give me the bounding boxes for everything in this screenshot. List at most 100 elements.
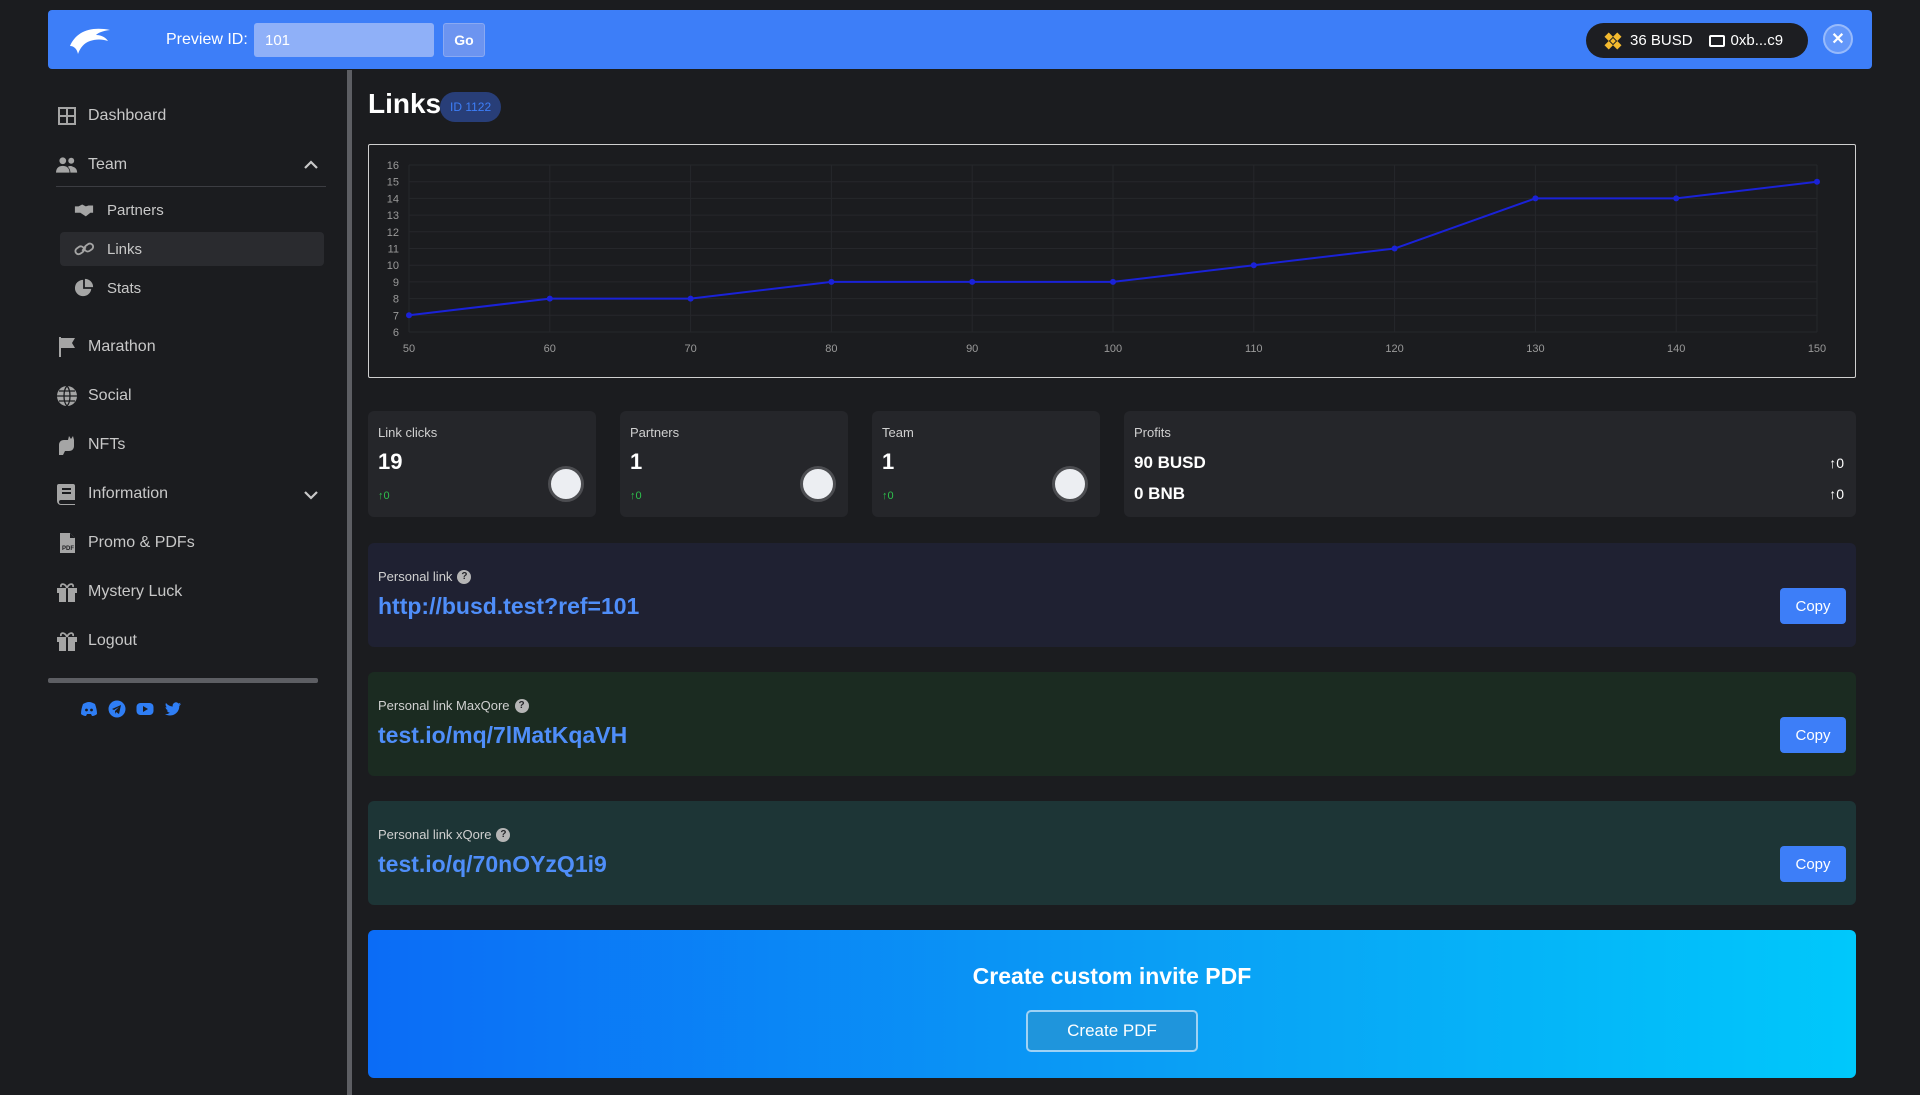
sidebar-item-label: Social <box>88 387 132 404</box>
copy-button[interactable]: Copy <box>1780 717 1846 753</box>
stat-label: Team <box>882 425 914 440</box>
chevron-down-icon[interactable] <box>302 486 320 504</box>
stat-delta: ↑0 <box>378 490 390 502</box>
sidebar-item-dashboard[interactable]: Dashboard <box>56 101 166 131</box>
cat-icon <box>59 436 74 455</box>
wallet-pill[interactable]: 36 BUSD 0xb...c9 <box>1586 23 1808 58</box>
dolphin-logo-icon[interactable] <box>68 24 112 56</box>
twitter-icon[interactable] <box>164 700 182 718</box>
stat-card-profits: Profits 90 BUSD ↑0 0 BNB ↑0 <box>1124 411 1856 517</box>
x-tick-label: 90 <box>966 343 978 355</box>
busd-balance: 36 BUSD <box>1630 32 1693 49</box>
data-point <box>1110 278 1116 285</box>
sidebar-subitem-stats[interactable]: Stats <box>60 271 324 305</box>
team-divider <box>56 186 326 187</box>
create-pdf-title: Create custom invite PDF <box>972 963 1252 989</box>
data-point <box>828 278 835 285</box>
y-tick-label: 16 <box>387 160 399 172</box>
y-tick-label: 9 <box>393 277 399 289</box>
link-label: Personal link xQore? <box>378 827 511 842</box>
x-tick-label: 140 <box>1667 343 1685 355</box>
xqore-link-panel: Personal link xQore? test.io/q/70nOYzQ1i… <box>368 801 1856 905</box>
sidebar-subitem-partners[interactable]: Partners <box>60 193 324 227</box>
sidebar-subitem-links[interactable]: Links <box>60 232 324 266</box>
page-title: Links <box>368 88 442 119</box>
chevron-up-icon[interactable] <box>302 156 320 174</box>
stat-value: 19 <box>378 449 403 474</box>
x-tick-label: 80 <box>825 343 837 355</box>
link-url[interactable]: test.io/mq/7lMatKqaVH <box>378 722 627 749</box>
toggle-button[interactable] <box>800 466 836 502</box>
copy-button[interactable]: Copy <box>1780 846 1846 882</box>
toggle-button[interactable] <box>548 466 584 502</box>
create-pdf-panel: Create custom invite PDF Create PDF <box>368 930 1856 1078</box>
gift-icon <box>57 632 77 651</box>
sidebar-item-information[interactable]: Information <box>56 479 168 509</box>
link-label-text: Personal link xQore <box>378 827 492 842</box>
data-point <box>406 312 412 319</box>
stat-label: Profits <box>1134 425 1171 440</box>
top-bar: Preview ID: Go 36 BUSD 0xb...c9 ✕ <box>48 10 1872 69</box>
create-pdf-button[interactable]: Create PDF <box>1026 1010 1198 1052</box>
go-button[interactable]: Go <box>443 23 485 57</box>
dashboard-icon <box>58 107 76 125</box>
x-tick-label: 130 <box>1526 343 1544 355</box>
help-icon[interactable]: ? <box>457 569 472 584</box>
help-icon[interactable]: ? <box>514 698 529 713</box>
personal-link-panel: Personal link? http://busd.test?ref=101 … <box>368 543 1856 647</box>
stat-card-partners: Partners 1 ↑0 <box>620 411 848 517</box>
stat-card-team: Team 1 ↑0 <box>872 411 1100 517</box>
preview-id-label: Preview ID: <box>166 31 248 48</box>
profit-busd: 90 BUSD <box>1134 453 1206 472</box>
link-clicks-chart: 50 60 70 80 90 100 110 120 130 140 150 6 7 8 9 10 11 12 13… <box>368 144 1856 378</box>
link-icon <box>74 242 94 256</box>
copy-button[interactable]: Copy <box>1780 588 1846 624</box>
telegram-icon[interactable] <box>108 700 126 718</box>
sidebar-item-marathon[interactable]: Marathon <box>56 332 156 362</box>
discord-icon[interactable] <box>80 700 98 718</box>
y-tick-label: 10 <box>387 260 399 272</box>
x-tick-label: 110 <box>1245 343 1263 355</box>
x-tick-label: 60 <box>544 343 556 355</box>
y-tick-label: 11 <box>388 244 399 256</box>
link-url[interactable]: http://busd.test?ref=101 <box>378 593 639 620</box>
x-tick-label: 150 <box>1808 343 1826 355</box>
link-url[interactable]: test.io/q/70nOYzQ1i9 <box>378 851 607 878</box>
data-point <box>1814 178 1820 185</box>
sidebar: Dashboard Team Partners Links Stats Mara… <box>48 70 348 1095</box>
wallet-icon <box>1708 34 1725 47</box>
id-badge: ID 1122 <box>440 92 502 122</box>
preview-id-input[interactable] <box>254 23 434 57</box>
sidebar-item-label: Team <box>88 156 128 173</box>
data-point <box>1250 262 1257 269</box>
toggle-button[interactable] <box>1052 466 1088 502</box>
sidebar-item-logout[interactable]: Logout <box>56 626 137 656</box>
sidebar-item-label: Promo & PDFs <box>88 534 195 551</box>
sidebar-item-mystery-luck[interactable]: Mystery Luck <box>56 577 182 607</box>
profit-busd-delta: ↑0 <box>1829 455 1844 471</box>
link-label: Personal link? <box>378 569 472 584</box>
youtube-icon[interactable] <box>136 700 154 718</box>
sidebar-item-promo-pdfs[interactable]: PDF Promo & PDFs <box>56 528 195 558</box>
sidebar-item-label: Information <box>88 485 169 502</box>
data-point <box>546 295 553 302</box>
y-tick-label: 15 <box>387 177 399 189</box>
sidebar-item-label: Dashboard <box>88 107 167 124</box>
svg-text:PDF: PDF <box>62 546 74 552</box>
sidebar-item-label: NFTs <box>88 436 126 453</box>
sidebar-item-social[interactable]: Social <box>56 381 132 411</box>
wallet-address: 0xb...c9 <box>1730 32 1784 49</box>
sidebar-subitem-label: Partners <box>107 201 164 219</box>
data-point <box>1532 195 1539 202</box>
stat-label: Link clicks <box>378 425 438 440</box>
data-point <box>687 295 694 302</box>
data-point <box>1673 195 1680 202</box>
x-tick-label: 120 <box>1385 343 1403 355</box>
sidebar-item-team[interactable]: Team <box>56 150 127 180</box>
sidebar-item-nfts[interactable]: NFTs <box>56 430 125 460</box>
help-icon[interactable]: ? <box>496 827 511 842</box>
close-button[interactable]: ✕ <box>1823 24 1853 54</box>
y-tick-label: 7 <box>393 310 399 322</box>
stat-value: 1 <box>882 449 895 474</box>
line-chart: 50 60 70 80 90 100 110 120 130 140 150 6 7 8 9 10 11 12 13… <box>387 160 1826 355</box>
